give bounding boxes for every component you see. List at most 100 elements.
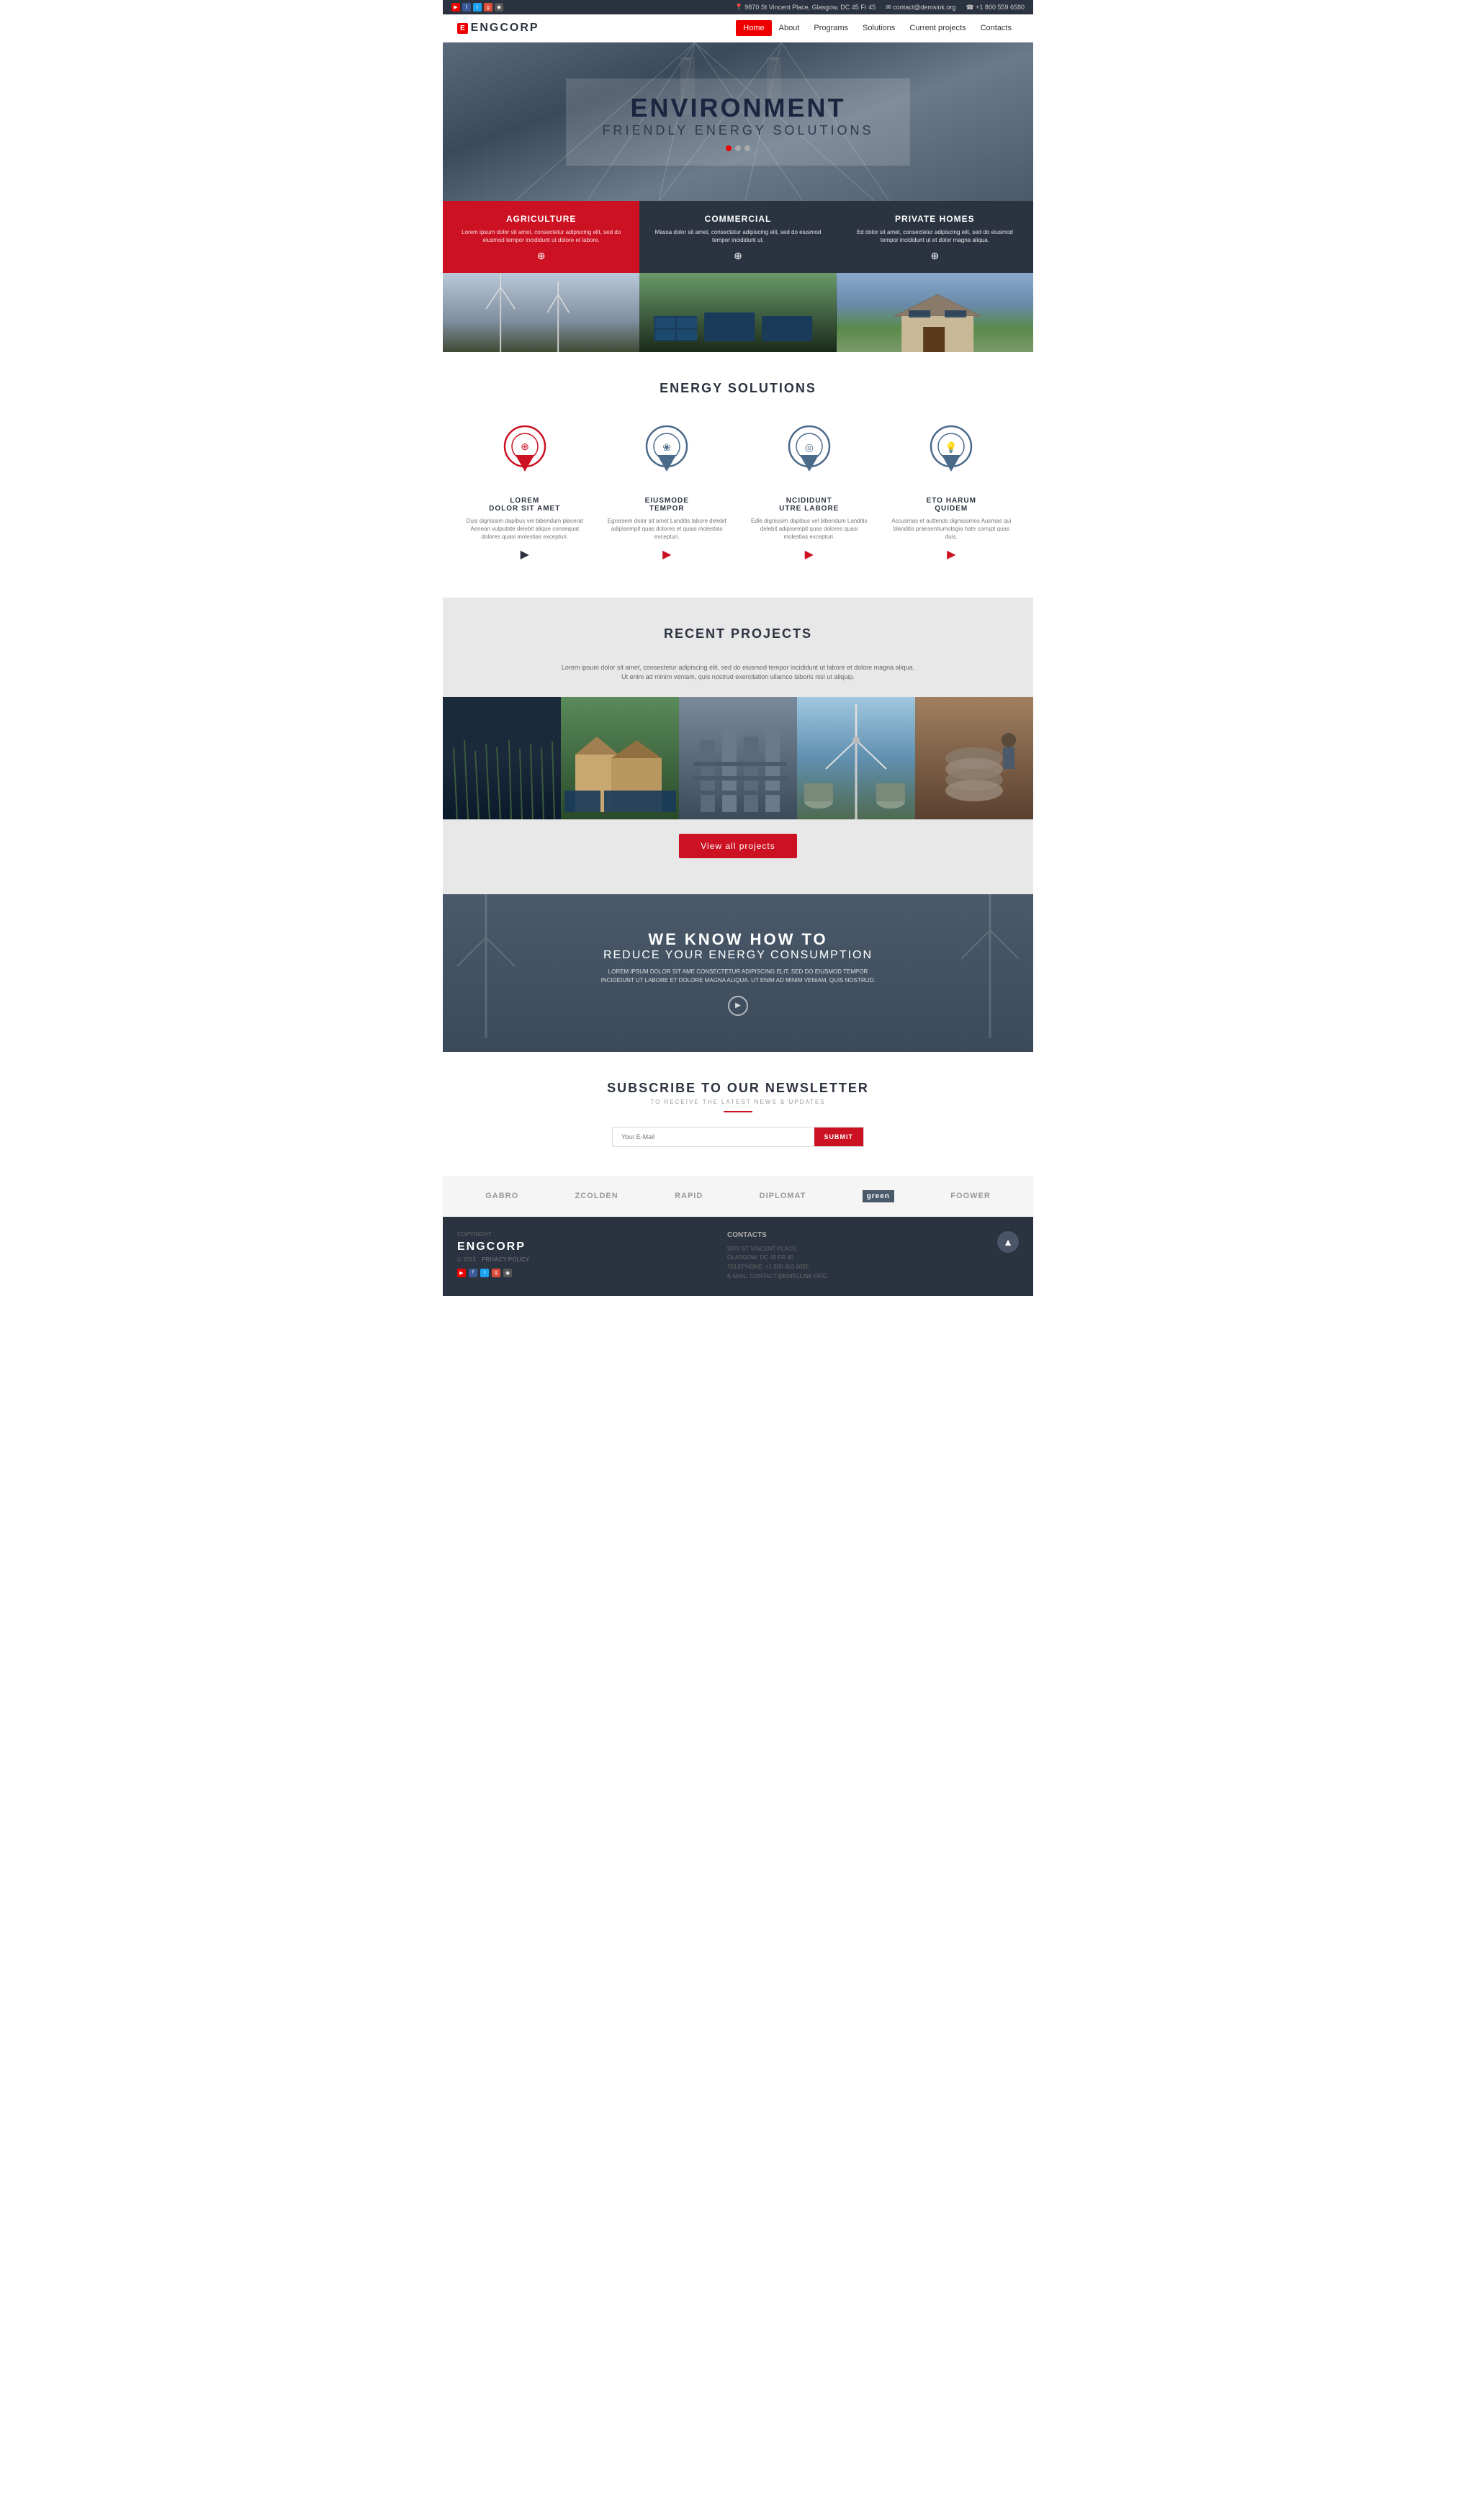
service-icon-2[interactable]: ⊕	[654, 250, 822, 262]
service-icon-1[interactable]: ⊕	[457, 250, 625, 262]
footer-copyright-label: COPYRIGHT	[457, 1231, 727, 1238]
service-card-homes: PRIVATE HOMES Ed dolor sit amet, consect…	[837, 201, 1033, 352]
logo[interactable]: E ENGCORP	[457, 22, 539, 35]
newsletter-divider	[724, 1111, 752, 1112]
energy-more-link-3[interactable]: ▶	[749, 547, 870, 562]
service-title-2: COMMERCIAL	[654, 214, 822, 224]
email-icon: ✉	[886, 4, 893, 11]
energy-more-link-1[interactable]: ▶	[464, 547, 585, 562]
project-image-4[interactable]	[797, 697, 915, 819]
scroll-to-top-button[interactable]: ▲	[997, 1231, 1019, 1253]
nav-contacts[interactable]: Contacts	[973, 20, 1019, 36]
logo-icon: E	[457, 23, 468, 34]
logo-text: ENGCORP	[471, 22, 539, 35]
services-section: AGRICULTURE Lorem ipsum dolor sit amet, …	[443, 201, 1033, 352]
nav-programs[interactable]: Programs	[806, 20, 855, 36]
hero-dot-2[interactable]	[735, 145, 741, 151]
footer-googleplus-icon[interactable]: g	[492, 1269, 500, 1277]
footer-youtube-icon[interactable]: ▶	[457, 1269, 466, 1277]
cta-play-button[interactable]: ▶	[728, 996, 748, 1016]
newsletter-email-input[interactable]	[613, 1128, 814, 1146]
newsletter-title: SUBSCRIBE TO OUR NEWSLETTER	[457, 1081, 1019, 1096]
footer-facebook-icon[interactable]: f	[469, 1269, 477, 1277]
googleplus-icon[interactable]: g	[484, 3, 492, 12]
energy-icon-container-1: ⊕	[464, 425, 585, 482]
map-pin-icon: 📍	[735, 4, 745, 11]
partner-logo-2: ZCOLDEN	[575, 1192, 618, 1200]
service-card-top-2: COMMERCIAL Massa dolor sit amet, consect…	[639, 201, 836, 273]
phone-icon: ☎	[966, 4, 976, 11]
hero-content: ENVIRONMENT FRIENDLY ENERGY SOLUTIONS	[566, 78, 909, 166]
footer-privacy-link[interactable]: PRIVACY POLICY	[482, 1256, 529, 1263]
energy-icon-container-2: ❀	[607, 425, 728, 482]
project-image-3[interactable]	[679, 697, 797, 819]
newsletter-submit-button[interactable]: SUBMIT	[814, 1128, 864, 1146]
address-text: 📍 9870 St Vincent Place, Glasgow, DC 45 …	[735, 4, 876, 12]
partner-logo-6: FOOWER	[950, 1192, 991, 1200]
partners-section: GABRO ZCOLDEN RAPID DIPLOMAT green FOOWE…	[443, 1176, 1033, 1217]
projects-description: Lorem ipsum dolor sit amet, consectetur …	[558, 663, 918, 683]
nav-current-projects[interactable]: Current projects	[902, 20, 973, 36]
footer-email: E-MAIL: CONTACT@ENRGLINK.ORG	[727, 1272, 997, 1282]
newsletter-form: SUBMIT	[612, 1127, 864, 1147]
footer-privacy[interactable]: © 2015 PRIVACY POLICY	[457, 1256, 727, 1263]
twitter-icon[interactable]: t	[473, 3, 482, 12]
services-grid: AGRICULTURE Lorem ipsum dolor sit amet, …	[443, 201, 1033, 352]
service-img-2	[639, 273, 836, 352]
footer: COPYRIGHT ENGCORP © 2015 PRIVACY POLICY …	[443, 1217, 1033, 1296]
service-text-1: Lorem ipsum dolor sit amet, consectetur …	[457, 228, 625, 244]
footer-twitter-icon[interactable]: t	[480, 1269, 489, 1277]
energy-item-title-2: EIUSMODETEMPOR	[607, 497, 728, 513]
footer-left: COPYRIGHT ENGCORP © 2015 PRIVACY POLICY …	[457, 1231, 727, 1277]
energy-item-2: ❀ EIUSMODETEMPOR Egrorsem dolor sit amet…	[600, 418, 735, 569]
energy-item-title-1: LOREMDOLOR SIT AMET	[464, 497, 585, 513]
energy-more-link-2[interactable]: ▶	[607, 547, 728, 562]
youtube-icon[interactable]: ▶	[451, 3, 460, 12]
view-all-wrap: View all projects	[443, 819, 1033, 873]
svg-text:❀: ❀	[662, 441, 671, 453]
hero-dot-3[interactable]	[744, 145, 750, 151]
energy-icon-container-4: 💡	[891, 425, 1012, 482]
nav-home[interactable]: Home	[736, 20, 771, 36]
nav-solutions[interactable]: Solutions	[855, 20, 902, 36]
email-text: ✉ contact@demsink.org	[886, 4, 955, 12]
project-svg-2	[561, 697, 679, 819]
project-image-5[interactable]	[915, 697, 1033, 819]
footer-rss-icon[interactable]: ◉	[503, 1269, 512, 1277]
partner-logo-3: RAPID	[675, 1192, 703, 1200]
footer-address-1: 9870 ST VINCENT PLACE,	[727, 1245, 997, 1254]
map-pin-dark-2: ❀	[642, 425, 692, 482]
nav-about[interactable]: About	[772, 20, 807, 36]
service-img-1	[443, 273, 639, 352]
project-image-1[interactable]	[443, 697, 561, 819]
hero-dots	[602, 145, 873, 151]
energy-item-text-1: Duis dignissim dapibus vel bibendum plac…	[464, 517, 585, 541]
energy-more-link-4[interactable]: ▶	[891, 547, 1012, 562]
svg-text:◎: ◎	[805, 441, 814, 453]
service-icon-3[interactable]: ⊕	[851, 250, 1019, 262]
top-bar-left: ▶ f t g ◉	[451, 3, 503, 12]
rss-icon[interactable]: ◉	[495, 3, 503, 12]
view-all-projects-button[interactable]: View all projects	[679, 834, 796, 858]
energy-solutions-section: ENERGY SOLUTIONS ⊕ LOREMDOLOR SIT AMET D…	[443, 352, 1033, 598]
project-image-2[interactable]	[561, 697, 679, 819]
top-bar: ▶ f t g ◉ 📍 9870 St Vincent Place, Glasg…	[443, 0, 1033, 14]
energy-item-title-4: ETO HARUMQUIDEM	[891, 497, 1012, 513]
footer-right: ▲	[997, 1231, 1019, 1253]
house-solar-image	[837, 273, 1033, 352]
newsletter-section: SUBSCRIBE TO OUR NEWSLETTER TO RECEIVE T…	[443, 1052, 1033, 1176]
service-img-3	[837, 273, 1033, 352]
energy-item-4: 💡 ETO HARUMQUIDEM Accusmas et auttends d…	[884, 418, 1020, 569]
hero-section: ENVIRONMENT FRIENDLY ENERGY SOLUTIONS	[443, 42, 1033, 201]
footer-brand: ENGCORP	[457, 1241, 727, 1254]
project-svg-3	[679, 697, 797, 819]
service-text-2: Massa dolor sit amet, consectetur adipis…	[654, 228, 822, 244]
facebook-icon[interactable]: f	[462, 3, 471, 12]
hero-dot-1[interactable]	[726, 145, 732, 151]
wind-turbine-image	[443, 273, 639, 352]
recent-projects-section: RECENT PROJECTS Lorem ipsum dolor sit am…	[443, 598, 1033, 894]
header: E ENGCORP Home About Programs Solutions …	[443, 14, 1033, 42]
energy-item-1: ⊕ LOREMDOLOR SIT AMET Duis dignissim dap…	[457, 418, 593, 569]
partner-logo-4: DIPLOMAT	[760, 1192, 806, 1200]
top-bar-right: 📍 9870 St Vincent Place, Glasgow, DC 45 …	[735, 4, 1025, 12]
